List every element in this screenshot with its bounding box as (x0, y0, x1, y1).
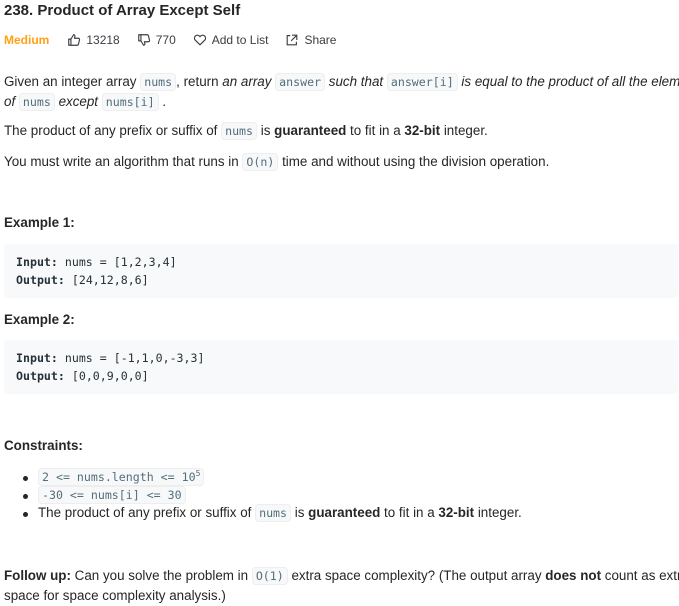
example-1-block: Input: nums = [1,2,3,4] Output: [24,12,8… (4, 244, 678, 298)
description-paragraph-2: The product of any prefix or suffix of n… (4, 122, 488, 140)
share-icon (287, 34, 298, 46)
list-bullet (23, 476, 28, 481)
dislike-button[interactable]: 770 (137, 33, 176, 47)
share-label: Share (304, 33, 337, 47)
description-paragraph-3: You must write an algorithm that runs in… (4, 153, 550, 171)
constraint-item-2: -30 <= nums[i] <= 30 (38, 486, 186, 504)
inline-code: nums (255, 504, 292, 522)
add-to-list-button[interactable]: Add to List (193, 33, 269, 47)
inline-code: answer[i] (386, 73, 458, 91)
follow-up-paragraph: Follow up: Can you solve the problem in … (4, 567, 679, 603)
share-button[interactable]: Share (285, 33, 336, 47)
inline-code: answer (275, 73, 326, 91)
thumbs-up-icon (68, 34, 81, 46)
difficulty-badge: Medium (4, 33, 50, 47)
add-to-list-label: Add to List (211, 33, 269, 47)
like-count: 13218 (86, 33, 120, 47)
list-bullet (23, 512, 28, 517)
example-1-output: Output: [24,12,8,6] (16, 273, 149, 287)
problem-toolbar: Medium 13218 770 Add to List Share (4, 31, 353, 49)
thumbs-down-icon (137, 34, 150, 46)
example-2-heading: Example 2: (4, 312, 75, 327)
dislike-count: 770 (155, 33, 176, 47)
example-1-input: Input: nums = [1,2,3,4] (16, 255, 177, 269)
list-bullet (23, 494, 28, 499)
constraints-heading: Constraints: (4, 438, 83, 453)
example-2-block: Input: nums = [-1,1,0,-3,3] Output: [0,0… (4, 340, 678, 394)
inline-code: nums (140, 73, 177, 91)
heart-icon (193, 34, 206, 46)
like-button[interactable]: 13218 (67, 33, 120, 47)
inline-code: O(n) (242, 153, 279, 171)
example-2-input: Input: nums = [-1,1,0,-3,3] (16, 351, 205, 365)
description-paragraph-1: Given an integer array nums, return an a… (4, 73, 679, 111)
example-1-heading: Example 1: (4, 215, 75, 230)
constraint-item-3: The product of any prefix or suffix of n… (38, 504, 522, 522)
inline-code: O(1) (251, 567, 288, 585)
inline-code: nums[i] (101, 93, 159, 111)
page-title: 238. Product of Array Except Self (4, 2, 241, 19)
constraint-item-1: 2 <= nums.length <= 105 (38, 468, 205, 486)
inline-code: nums (221, 122, 258, 140)
inline-code: nums (18, 93, 55, 111)
inline-code: -30 <= nums[i] <= 30 (38, 486, 186, 504)
example-2-output: Output: [0,0,9,0,0] (16, 369, 149, 383)
inline-code: 2 <= nums.length <= 105 (38, 468, 205, 486)
